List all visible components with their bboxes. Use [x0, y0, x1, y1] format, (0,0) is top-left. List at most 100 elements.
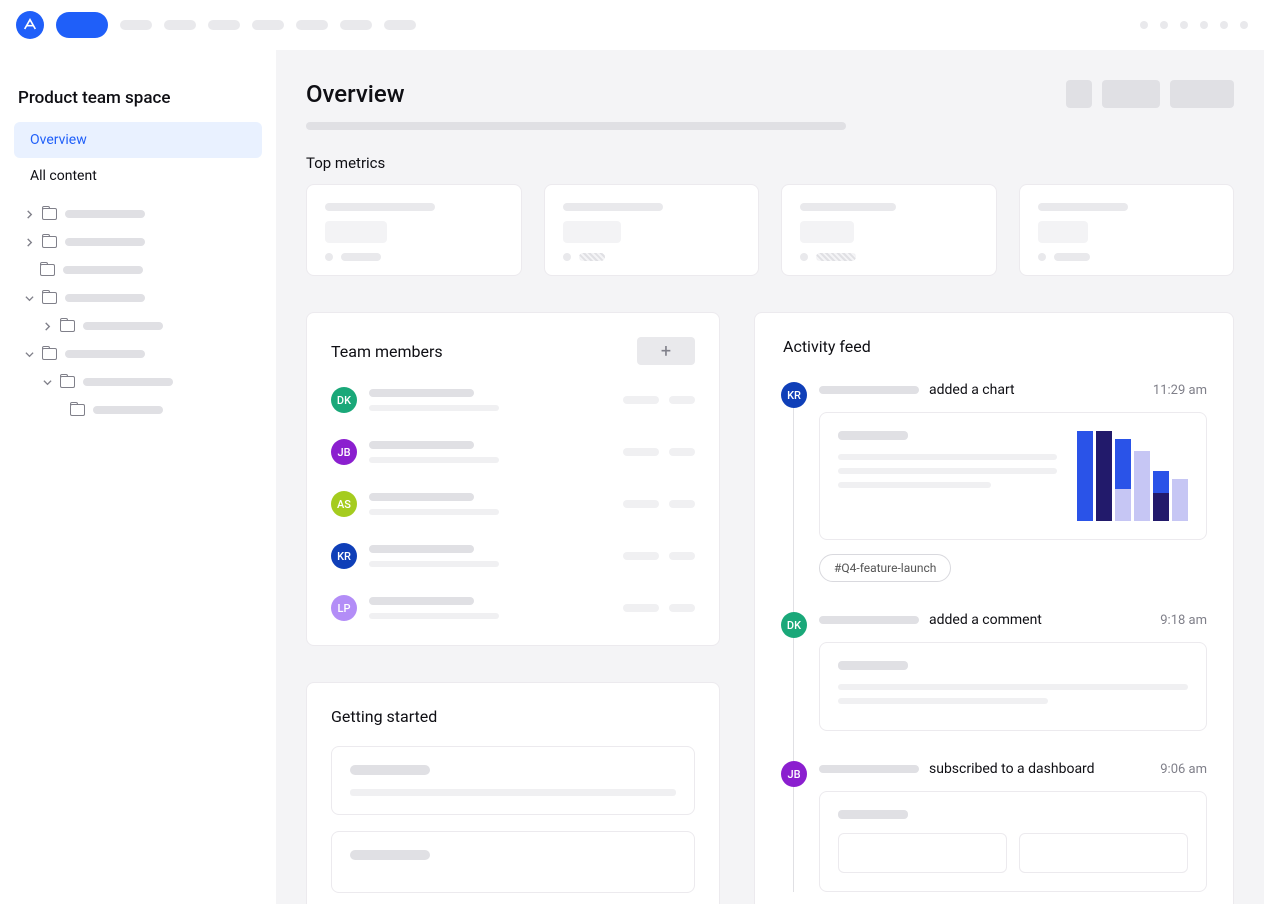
topbar-primary-pill[interactable] — [56, 12, 108, 38]
metric-card[interactable] — [544, 184, 760, 276]
member-meta-placeholder — [623, 396, 695, 404]
topbar-nav-placeholder — [120, 20, 152, 30]
folder-icon — [70, 404, 85, 416]
activity-avatar: DK — [781, 612, 807, 638]
member-name-placeholder — [369, 545, 611, 567]
activity-tag[interactable]: #Q4-feature-launch — [819, 554, 951, 582]
tree-label-placeholder — [83, 378, 173, 386]
app-logo-icon[interactable] — [16, 11, 44, 39]
tree-label-placeholder — [65, 350, 145, 358]
member-row[interactable]: AS — [331, 491, 695, 517]
folder-icon — [40, 264, 55, 276]
topbar-nav-placeholder — [340, 20, 372, 30]
page-subtitle-placeholder — [306, 122, 846, 130]
activity-item: KR added a chart 11:29 am #Q4-feature-la… — [795, 382, 1207, 582]
topbar-nav-placeholder — [164, 20, 196, 30]
header-action-placeholder[interactable] — [1102, 80, 1160, 108]
header-action-placeholder[interactable] — [1170, 80, 1234, 108]
folder-icon — [60, 320, 75, 332]
top-metrics-row — [306, 184, 1234, 276]
topbar-action-placeholder — [1160, 21, 1168, 29]
getting-started-item[interactable] — [331, 746, 695, 815]
topbar-action-placeholder — [1200, 21, 1208, 29]
activity-avatar: JB — [781, 761, 807, 787]
activity-timestamp: 9:06 am — [1160, 762, 1207, 777]
activity-card[interactable] — [819, 642, 1207, 731]
folder-icon — [42, 292, 57, 304]
topbar-nav-placeholder — [296, 20, 328, 30]
folder-icon — [60, 376, 75, 388]
topbar-action-placeholder — [1180, 21, 1188, 29]
tree-label-placeholder — [83, 322, 163, 330]
member-avatar: JB — [331, 439, 357, 465]
topbar-nav-placeholder — [384, 20, 416, 30]
sidebar-nav-overview[interactable]: Overview — [14, 122, 262, 158]
activity-feed-card: Activity feed KR added a chart 11:29 am … — [754, 312, 1234, 904]
tree-item[interactable] — [14, 404, 262, 416]
tree-label-placeholder — [65, 210, 145, 218]
member-name-placeholder — [369, 597, 611, 619]
member-avatar: KR — [331, 543, 357, 569]
sidebar: Product team space Overview All content — [0, 50, 276, 904]
activity-item: DK added a comment 9:18 am — [795, 612, 1207, 731]
member-name-placeholder — [369, 493, 611, 515]
page-title: Overview — [306, 80, 846, 108]
getting-started-card: Getting started — [306, 682, 720, 904]
chevron-right-icon — [24, 237, 34, 247]
tree-item[interactable] — [14, 348, 262, 360]
activity-feed-title: Activity feed — [781, 337, 1207, 356]
add-member-button[interactable]: + — [637, 337, 695, 365]
space-title: Product team space — [18, 88, 262, 108]
activity-card[interactable] — [819, 791, 1207, 892]
chevron-right-icon — [42, 321, 52, 331]
getting-started-title: Getting started — [331, 707, 695, 726]
member-meta-placeholder — [623, 500, 695, 508]
member-name-placeholder — [369, 441, 611, 463]
activity-user-placeholder — [819, 765, 919, 773]
member-row[interactable]: DK — [331, 387, 695, 413]
member-avatar: DK — [331, 387, 357, 413]
activity-mini-chart — [1077, 431, 1188, 521]
chevron-right-icon — [24, 209, 34, 219]
sidebar-nav-all-content[interactable]: All content — [14, 158, 262, 194]
metric-card[interactable] — [1019, 184, 1235, 276]
member-avatar: LP — [331, 595, 357, 621]
tree-item[interactable] — [14, 236, 262, 248]
topbar-action-placeholder — [1220, 21, 1228, 29]
activity-item: JB subscribed to a dashboard 9:06 am — [795, 761, 1207, 892]
tree-label-placeholder — [65, 238, 145, 246]
page-actions — [1066, 80, 1234, 108]
member-row[interactable]: JB — [331, 439, 695, 465]
activity-user-placeholder — [819, 616, 919, 624]
chevron-down-icon — [24, 293, 34, 303]
team-members-card: Team members + DK JB AS KR LP — [306, 312, 720, 646]
header-action-placeholder[interactable] — [1066, 80, 1092, 108]
tree-item[interactable] — [14, 320, 262, 332]
plus-icon: + — [661, 341, 671, 362]
member-meta-placeholder — [623, 552, 695, 560]
chevron-down-icon — [42, 377, 52, 387]
chevron-down-icon — [24, 349, 34, 359]
member-meta-placeholder — [623, 448, 695, 456]
tree-label-placeholder — [63, 266, 143, 274]
tree-item[interactable] — [14, 264, 262, 276]
activity-user-placeholder — [819, 386, 919, 394]
activity-action-text: subscribed to a dashboard — [929, 761, 1095, 777]
top-nav-bar — [0, 0, 1264, 50]
tree-item[interactable] — [14, 208, 262, 220]
topbar-action-placeholder — [1240, 21, 1248, 29]
member-row[interactable]: KR — [331, 543, 695, 569]
activity-timestamp: 11:29 am — [1153, 383, 1207, 398]
activity-action-text: added a comment — [929, 612, 1042, 628]
activity-card[interactable] — [819, 412, 1207, 540]
getting-started-item[interactable] — [331, 831, 695, 893]
tree-item[interactable] — [14, 376, 262, 388]
topbar-nav-placeholder — [208, 20, 240, 30]
member-avatar: AS — [331, 491, 357, 517]
tree-item[interactable] — [14, 292, 262, 304]
member-row[interactable]: LP — [331, 595, 695, 621]
metric-card[interactable] — [781, 184, 997, 276]
metric-card[interactable] — [306, 184, 522, 276]
activity-action-text: added a chart — [929, 382, 1015, 398]
topbar-nav-placeholder — [252, 20, 284, 30]
